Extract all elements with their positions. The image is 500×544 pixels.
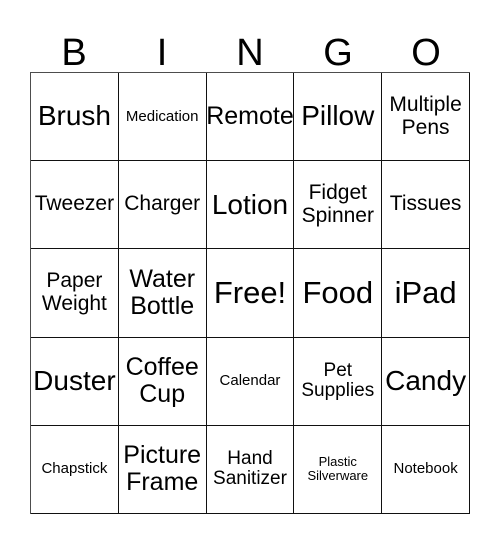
bingo-cell-r4c5[interactable]: Candy [382, 337, 470, 426]
bingo-cell-r1c3[interactable]: Remote [206, 73, 295, 162]
bingo-cell-free-space[interactable]: Free! [206, 249, 295, 338]
bingo-cell-label: Plastic Silverware [307, 454, 369, 484]
bingo-cell-label: Calendar [219, 372, 281, 390]
bingo-cell-r4c4[interactable]: Pet Supplies [294, 337, 383, 426]
bingo-header-letter-i: I [118, 14, 206, 72]
bingo-cell-label: Picture Frame [123, 441, 202, 497]
bingo-cell-r5c4[interactable]: Plastic Silverware [294, 425, 383, 514]
bingo-header-letter-o: O [382, 14, 470, 72]
bingo-cell-r2c4[interactable]: Fidget Spinner [294, 161, 383, 250]
bingo-cell-r1c5[interactable]: Multiple Pens [382, 73, 470, 162]
bingo-cell-label: Fidget Spinner [301, 181, 374, 227]
header-letter-text: O [411, 32, 441, 74]
bingo-cell-label: Duster [33, 365, 116, 397]
bingo-cell-r2c3[interactable]: Lotion [206, 161, 295, 250]
bingo-cell-label: Food [302, 275, 374, 311]
bingo-cell-label: Brush [37, 100, 111, 132]
bingo-grid: Brush Medication Remote Pillow Multiple … [30, 72, 470, 514]
bingo-cell-label: Coffee Cup [125, 353, 199, 409]
bingo-header-letter-g: G [294, 14, 382, 72]
bingo-cell-r4c2[interactable]: Coffee Cup [118, 337, 207, 426]
bingo-cell-label: Hand Sanitizer [213, 447, 287, 490]
bingo-cell-label: Multiple Pens [389, 92, 462, 139]
bingo-cell-r1c2[interactable]: Medication [118, 73, 207, 162]
bingo-cell-r1c1[interactable]: Brush [31, 73, 119, 162]
bingo-cell-label: Pillow [301, 100, 375, 132]
bingo-cell-label: Pet Supplies [301, 359, 375, 402]
bingo-cell-r5c2[interactable]: Picture Frame [118, 425, 207, 514]
bingo-cell-r3c1[interactable]: Paper Weight [31, 249, 119, 338]
bingo-cell-label: Tissues [389, 192, 462, 216]
bingo-cell-r3c4[interactable]: Food [294, 249, 383, 338]
bingo-cell-label: Medication [125, 107, 199, 125]
bingo-cell-label: iPad [394, 275, 457, 311]
bingo-cell-r3c5[interactable]: iPad [382, 249, 470, 338]
bingo-cell-label: Charger [124, 192, 201, 216]
bingo-cell-label: Notebook [393, 460, 458, 478]
bingo-cell-label: Chapstick [41, 460, 108, 478]
bingo-cell-r5c1[interactable]: Chapstick [31, 425, 119, 514]
bingo-cell-r5c3[interactable]: Hand Sanitizer [206, 425, 295, 514]
header-letter-text: N [236, 32, 264, 74]
bingo-cell-label: Lotion [211, 188, 289, 220]
bingo-cell-r3c2[interactable]: Water Bottle [118, 249, 207, 338]
bingo-cell-label: Water Bottle [129, 264, 196, 320]
bingo-cell-r2c5[interactable]: Tissues [382, 161, 470, 250]
bingo-cell-label: Free! [213, 275, 287, 311]
bingo-header-letter-b: B [30, 14, 118, 72]
bingo-header: B I N G O [30, 14, 470, 72]
bingo-cell-r4c3[interactable]: Calendar [206, 337, 295, 426]
bingo-cell-label: Candy [385, 365, 467, 397]
header-letter-text: I [156, 32, 168, 74]
bingo-cell-r4c1[interactable]: Duster [31, 337, 119, 426]
header-letter-text: G [323, 32, 353, 74]
header-letter-text: B [61, 32, 87, 74]
bingo-cell-label: Tweezer [34, 192, 115, 216]
bingo-header-letter-n: N [206, 14, 294, 72]
bingo-cell-r1c4[interactable]: Pillow [294, 73, 383, 162]
bingo-cell-r2c2[interactable]: Charger [118, 161, 207, 250]
bingo-cell-r5c5[interactable]: Notebook [382, 425, 470, 514]
bingo-card: B I N G O Brush Medication Remote Pillow… [0, 0, 500, 544]
bingo-cell-label: Paper Weight [41, 269, 107, 315]
bingo-cell-r2c1[interactable]: Tweezer [31, 161, 119, 250]
bingo-cell-label: Remote [206, 102, 294, 131]
